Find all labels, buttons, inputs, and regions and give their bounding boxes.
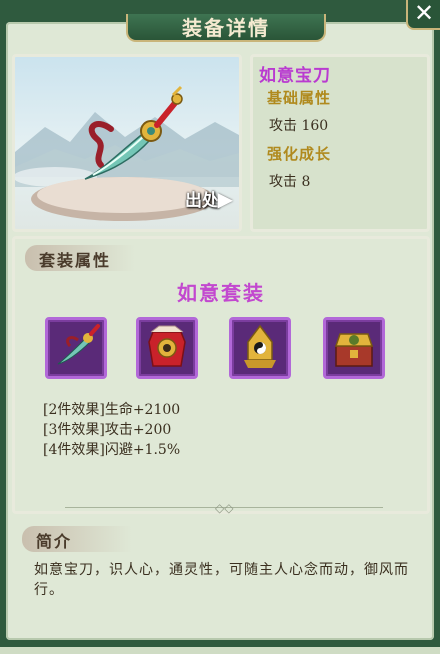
page-title: 装备详情: [182, 16, 270, 40]
item-overview: 出处 ▶ 如意宝刀 基础属性 攻击 160 强化成长 攻击 8: [12, 54, 430, 232]
treasure-chest-icon: [334, 333, 374, 367]
set-attributes-label: 套装属性: [39, 251, 112, 270]
base-attributes-title: 基础属性: [267, 89, 332, 107]
growth-title: 强化成长: [267, 145, 332, 163]
set-effect-2: [2件效果]生命+2100: [43, 402, 181, 418]
divider-ornament-icon: ◇◇: [215, 501, 234, 515]
close-icon: ✕: [413, 0, 435, 27]
helmet-icon: [244, 324, 276, 368]
base-attack-stat: 攻击 160: [269, 118, 329, 134]
set-item-armor[interactable]: [136, 317, 198, 379]
source-button[interactable]: 出处: [185, 186, 219, 211]
set-attributes-tag: 套装属性: [25, 245, 135, 271]
sword-icon: [57, 324, 100, 365]
intro-tag: 简介: [22, 526, 132, 552]
close-button[interactable]: ✕: [406, 0, 440, 30]
intro-label: 简介: [36, 532, 73, 551]
equipment-detail-panel: 装备详情 出处 ▶ 如意宝刀 基础属性 攻击 160 强化成长 攻击 8 套装属…: [6, 14, 434, 640]
set-name: 如意套装: [177, 281, 265, 305]
intro-section: 简介 如意宝刀，识人心，通灵性，可随主人心念而动，御风而行。: [12, 518, 430, 654]
armor-icon: [148, 325, 186, 367]
arrow-right-icon[interactable]: ▶: [218, 187, 233, 211]
set-effect-4: [4件效果]闪避+1.5%: [43, 442, 181, 458]
set-item-treasure-chest[interactable]: [323, 317, 385, 379]
intro-text: 如意宝刀，识人心，通灵性，可随主人心念而动，御风而行。: [34, 562, 409, 598]
title-banner: 装备详情: [126, 14, 326, 46]
growth-attack-stat: 攻击 8: [269, 174, 311, 190]
set-effect-3: [3件效果]攻击+200: [43, 422, 172, 438]
set-item-sword[interactable]: [45, 317, 107, 379]
item-name: 如意宝刀: [259, 66, 331, 86]
item-info: 如意宝刀 基础属性 攻击 160 强化成长 攻击 8: [250, 54, 430, 232]
set-item-helmet[interactable]: [229, 317, 291, 379]
item-illustration: 出处 ▶: [12, 54, 242, 232]
set-attributes-section: 套装属性 如意套装 [2件效果]生命+2100 [3件效果]攻击+200 [4件…: [12, 236, 430, 515]
